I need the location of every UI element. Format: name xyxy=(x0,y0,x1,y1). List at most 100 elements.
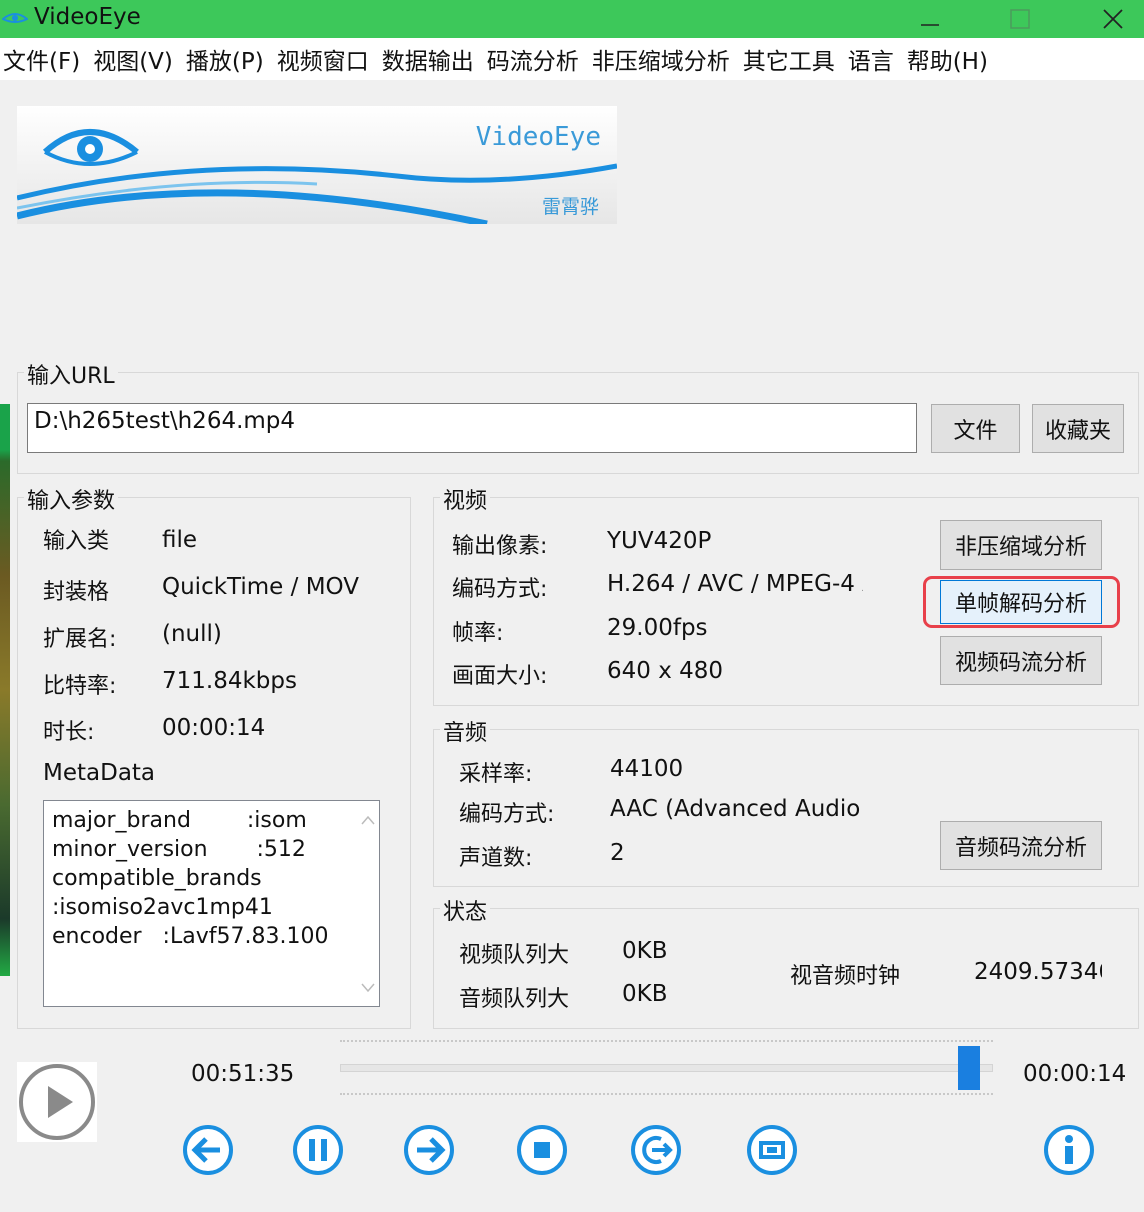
scroll-up-icon[interactable] xyxy=(361,815,375,825)
previous-button[interactable] xyxy=(182,1124,234,1176)
input-params-title: 输入参数 xyxy=(24,483,119,515)
forward-arrow-icon xyxy=(404,1125,454,1175)
av-clock-value: 2409.573464 xyxy=(974,959,1102,985)
minimize-button[interactable] xyxy=(900,0,960,38)
metadata-content: major_brand :isom minor_version :512 com… xyxy=(52,806,342,951)
duration-value: 00:00:14 xyxy=(162,715,266,741)
close-icon xyxy=(1103,9,1123,29)
menu-uncompressed-analysis[interactable]: 非压缩域分析 xyxy=(589,42,736,76)
url-group-title: 输入URL xyxy=(24,358,118,390)
scroll-down-icon[interactable] xyxy=(361,983,375,993)
input-type-label: 输入类 xyxy=(43,529,110,554)
exit-icon xyxy=(631,1125,681,1175)
banner-author: 雷霄骅 xyxy=(541,196,599,218)
info-icon xyxy=(1044,1125,1094,1175)
sample-rate-label: 采样率: xyxy=(459,762,533,787)
metadata-scrollbar[interactable] xyxy=(355,801,379,1006)
menu-language[interactable]: 语言 xyxy=(845,42,900,76)
current-time: 00:51:35 xyxy=(191,1061,295,1087)
channels-value: 2 xyxy=(610,840,625,866)
menu-other-tools[interactable]: 其它工具 xyxy=(740,42,841,76)
window-title: VideoEye xyxy=(34,4,141,30)
close-button[interactable] xyxy=(1083,0,1143,38)
menu-stream-analysis[interactable]: 码流分析 xyxy=(484,42,585,76)
seek-top-ticks xyxy=(340,1040,993,1042)
metadata-textbox[interactable]: major_brand :isom minor_version :512 com… xyxy=(43,800,380,1007)
title-bar xyxy=(0,0,1144,38)
sample-rate-value: 44100 xyxy=(610,756,684,782)
play-button[interactable] xyxy=(17,1062,97,1142)
metadata-line: encoder :Lavf57.83.100 xyxy=(52,924,329,949)
metadata-line: compatible_brands xyxy=(52,866,262,891)
container-label: 封装格 xyxy=(43,580,110,605)
menu-view[interactable]: 视图(V) xyxy=(90,42,179,76)
menu-bar: 文件(F) 视图(V) 播放(P) 视频窗口 数据输出 码流分析 非压缩域分析 … xyxy=(0,38,1144,80)
audio-queue-value: 0KB xyxy=(622,981,668,1007)
audio-stream-analysis-button[interactable]: 音频码流分析 xyxy=(940,821,1102,870)
frame-rate-value: 29.00fps xyxy=(607,615,708,641)
pixel-format-label: 输出像素: xyxy=(452,534,548,559)
stop-button[interactable] xyxy=(516,1124,568,1176)
menu-video-window[interactable]: 视频窗口 xyxy=(274,42,375,76)
video-stream-analysis-button[interactable]: 视频码流分析 xyxy=(940,636,1102,685)
input-type-value: file xyxy=(162,527,198,553)
video-codec-label: 编码方式: xyxy=(452,577,548,602)
info-button[interactable] xyxy=(1043,1124,1095,1176)
banner-title: VideoEye xyxy=(475,122,601,152)
pause-icon xyxy=(293,1125,343,1175)
video-queue-label: 视频队列大 xyxy=(459,943,570,968)
metadata-line: :isomiso2avc1mp41 xyxy=(52,895,273,920)
bitrate-label: 比特率: xyxy=(43,674,117,699)
url-input[interactable]: D:\h265test\h264.mp4 xyxy=(27,403,917,453)
channels-label: 声道数: xyxy=(459,846,533,871)
seek-groove xyxy=(340,1064,993,1072)
minimize-icon xyxy=(921,24,939,26)
seek-handle[interactable] xyxy=(958,1046,980,1090)
av-clock-label: 视音频时钟 xyxy=(790,964,901,989)
container-value: QuickTime / MOV xyxy=(162,574,359,600)
fullscreen-button[interactable] xyxy=(746,1124,798,1176)
file-button[interactable]: 文件 xyxy=(931,404,1020,453)
menu-data-output[interactable]: 数据输出 xyxy=(379,42,480,76)
menu-file[interactable]: 文件(F) xyxy=(0,42,86,76)
audio-queue-label: 音频队列大 xyxy=(459,987,570,1012)
pixel-format-value: YUV420P xyxy=(607,528,712,554)
metadata-label: MetaData xyxy=(43,760,156,786)
bitrate-value: 711.84kbps xyxy=(162,668,297,694)
maximize-icon xyxy=(1010,9,1030,29)
exit-button[interactable] xyxy=(630,1124,682,1176)
stop-icon xyxy=(517,1125,567,1175)
frame-size-label: 画面大小: xyxy=(452,664,548,689)
menu-help[interactable]: 帮助(H) xyxy=(904,42,994,76)
next-button[interactable] xyxy=(403,1124,455,1176)
app-eye-icon xyxy=(2,13,28,23)
total-time: 00:00:14 xyxy=(1023,1061,1127,1087)
play-icon xyxy=(19,1064,95,1140)
single-frame-decode-button[interactable]: 单帧解码分析 xyxy=(940,580,1102,624)
audio-group-title: 音频 xyxy=(440,715,491,747)
menu-play[interactable]: 播放(P) xyxy=(183,42,270,76)
extension-value: (null) xyxy=(162,621,222,647)
status-group-title: 状态 xyxy=(440,894,491,926)
fullscreen-icon xyxy=(747,1125,797,1175)
video-group-title: 视频 xyxy=(440,483,491,515)
video-queue-value: 0KB xyxy=(622,938,668,964)
uncompressed-analysis-button[interactable]: 非压缩域分析 xyxy=(940,520,1102,570)
frame-rate-label: 帧率: xyxy=(452,621,504,646)
frame-size-value: 640 x 480 xyxy=(607,658,724,684)
metadata-line: major_brand :isom xyxy=(52,808,307,833)
audio-codec-value: AAC (Advanced Audio Coding) xyxy=(610,796,868,822)
audio-codec-label: 编码方式: xyxy=(459,802,555,827)
metadata-line: minor_version :512 xyxy=(52,837,306,862)
video-preview-strip xyxy=(0,404,10,976)
video-codec-value: H.264 / AVC / MPEG-4 AVC xyxy=(607,571,863,597)
seek-bottom-ticks xyxy=(340,1093,993,1095)
maximize-button[interactable] xyxy=(990,0,1050,38)
extension-label: 扩展名: xyxy=(43,627,117,652)
seek-slider[interactable] xyxy=(340,1040,993,1096)
banner: VideoEye 雷霄骅 xyxy=(17,106,617,224)
pause-button[interactable] xyxy=(292,1124,344,1176)
back-arrow-icon xyxy=(183,1125,233,1175)
favorites-button[interactable]: 收藏夹 xyxy=(1032,404,1124,453)
duration-label: 时长: xyxy=(43,720,95,745)
